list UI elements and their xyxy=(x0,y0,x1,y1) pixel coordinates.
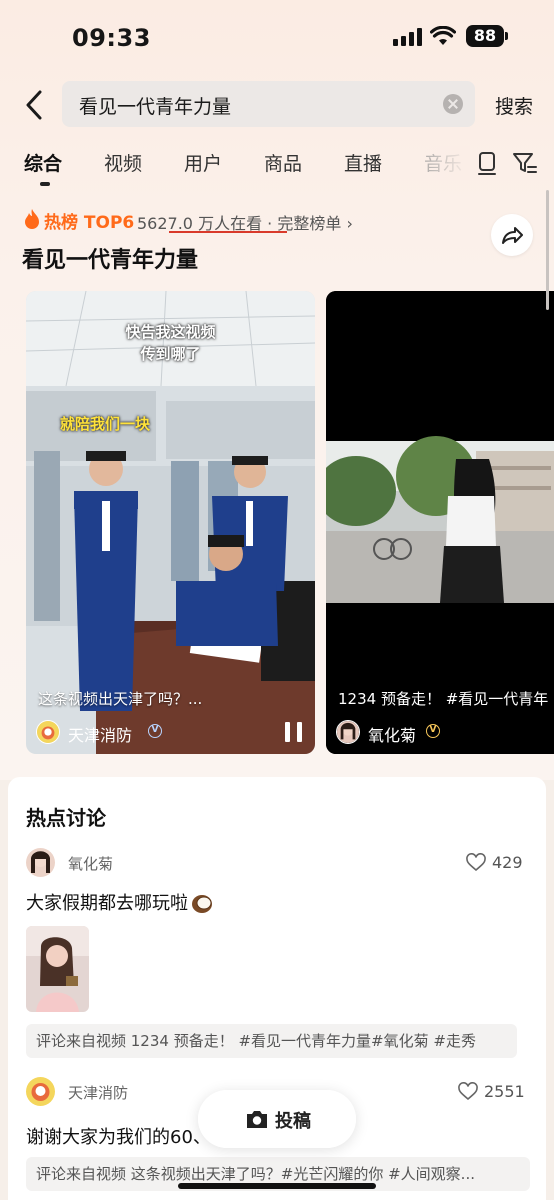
video-overlay-highlight: 就陪我们一块 xyxy=(60,415,151,433)
filter-icon[interactable] xyxy=(512,150,538,176)
tab-video[interactable]: 视频 xyxy=(104,149,142,176)
share-button[interactable] xyxy=(491,214,533,256)
video-card[interactable]: 快告我这视频 传到哪了 就陪我们一块 这条视频出天津了吗？... 天津消防 V xyxy=(26,291,315,754)
verified-icon: V xyxy=(426,724,440,738)
video-caption: 1234 预备走！ #看见一代青年 xyxy=(338,690,549,708)
tab-comprehensive[interactable]: 综合 xyxy=(24,149,62,176)
search-query: 看见一代青年力量 xyxy=(79,96,232,118)
home-indicator[interactable] xyxy=(178,1183,376,1189)
like-button[interactable]: 429 xyxy=(466,852,528,874)
heart-icon xyxy=(458,1082,478,1101)
coconut-emoji xyxy=(192,895,212,913)
verified-icon: V xyxy=(148,724,162,738)
back-button[interactable] xyxy=(18,86,54,124)
avatar xyxy=(36,720,60,744)
author-name: 天津消防 xyxy=(68,726,133,745)
active-tab-indicator xyxy=(40,182,50,186)
post-text-content: 大家假期都去哪玩啦 xyxy=(26,893,188,914)
hot-rank-label: 热榜 TOP6 xyxy=(44,213,135,233)
battery-icon: 88 xyxy=(466,25,504,47)
layout-toggle-icon[interactable] xyxy=(474,150,500,176)
tab-products[interactable]: 商品 xyxy=(264,149,302,176)
camera-icon xyxy=(247,1111,267,1128)
post-author: 天津消防 xyxy=(68,1084,129,1102)
post-button-label: 投稿 xyxy=(275,1111,311,1132)
heart-icon xyxy=(466,853,486,872)
clear-search-icon[interactable] xyxy=(443,94,463,114)
author-name: 氧化菊 xyxy=(368,726,417,745)
hot-topic-title[interactable]: 看见一代青年力量 xyxy=(22,242,198,274)
post-header[interactable]: 氧化菊 429 xyxy=(26,848,536,878)
tab-live[interactable]: 直播 xyxy=(344,149,382,176)
like-count: 2551 xyxy=(484,1082,525,1101)
post-text[interactable]: 谢谢大家为我们的60、 xyxy=(26,1123,211,1149)
post-source[interactable]: 评论来自视频 1234 预备走！ #看见一代青年力量#氧化菊 #走秀 xyxy=(26,1024,517,1058)
like-count: 429 xyxy=(492,853,523,872)
post-text[interactable]: 大家假期都去哪玩啦 xyxy=(26,889,213,915)
chevron-right-icon: › xyxy=(346,214,353,233)
status-time: 09:33 xyxy=(72,24,151,52)
fire-icon xyxy=(25,209,39,229)
video-overlay-text: 传到哪了 xyxy=(140,345,201,363)
post-video-button[interactable]: 投稿 xyxy=(198,1090,356,1148)
video-thumbnail xyxy=(326,291,554,754)
video-overlay-text: 快告我这视频 xyxy=(125,323,216,341)
avatar xyxy=(26,848,55,877)
status-bar: 09:33 88 xyxy=(0,0,554,70)
video-caption: 这条视频出天津了吗？... xyxy=(38,690,203,708)
post-image[interactable] xyxy=(26,926,89,1012)
post-author: 氧化菊 xyxy=(68,855,114,873)
search-tabs: 综合 视频 用户 商品 直播 音乐 xyxy=(0,146,554,190)
search-input[interactable]: 看见一代青年力量 xyxy=(62,81,475,127)
wifi-icon xyxy=(430,26,456,45)
avatar xyxy=(336,720,360,744)
search-button[interactable]: 搜索 xyxy=(495,92,533,119)
viewers-underline xyxy=(169,231,287,233)
tab-users[interactable]: 用户 xyxy=(184,149,222,176)
like-button[interactable]: 2551 xyxy=(458,1081,528,1103)
video-card[interactable]: 1234 预备走！ #看见一代青年 氧化菊 V xyxy=(326,291,554,754)
tab-fade xyxy=(410,146,470,180)
cellular-signal-icon xyxy=(393,28,423,46)
scrollbar[interactable] xyxy=(546,190,549,310)
avatar xyxy=(26,1077,55,1106)
battery-cap xyxy=(505,32,508,40)
pause-icon[interactable] xyxy=(285,722,303,742)
section-title: 热点讨论 xyxy=(26,806,106,830)
